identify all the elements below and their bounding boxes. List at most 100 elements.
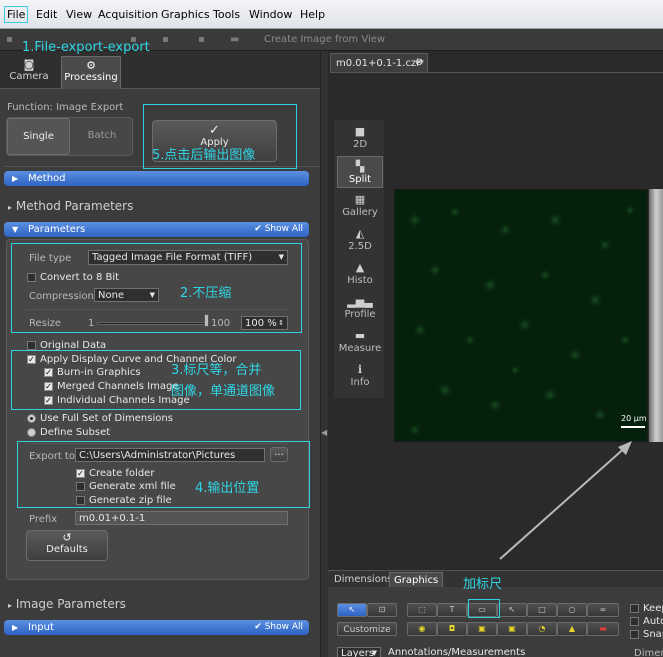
- input-bar[interactable]: ▶ Input ✔ Show All: [4, 620, 309, 635]
- marker-tool-6[interactable]: ▲: [557, 622, 587, 636]
- snap-checkbox[interactable]: [630, 630, 639, 639]
- marker-tool-2[interactable]: ◘: [437, 622, 467, 636]
- marker-tool-7[interactable]: ▬: [587, 622, 619, 636]
- curve-tool[interactable]: ∞: [587, 603, 619, 617]
- input-label: Input: [28, 622, 54, 633]
- view-measure-button[interactable]: ▬ Measure: [337, 326, 383, 358]
- browse-button[interactable]: ...: [270, 447, 288, 462]
- prefix-input[interactable]: m0.01+0.1-1: [75, 511, 288, 525]
- marker-tool-5[interactable]: ◔: [527, 622, 557, 636]
- burn-in-label: Burn-in Graphics: [57, 367, 141, 378]
- prefix-label: Prefix: [29, 514, 58, 525]
- compression-select[interactable]: None ▼: [94, 288, 159, 302]
- left-tabstrip: ◙ Camera ⚙ Processing: [0, 51, 328, 89]
- tab-camera[interactable]: ◙ Camera: [0, 56, 58, 89]
- show-all-toggle[interactable]: ✔ Show All: [254, 620, 303, 635]
- cells-pattern: [406, 204, 636, 437]
- text-tool[interactable]: T: [437, 603, 467, 617]
- roi-tool[interactable]: ⬚: [407, 603, 437, 617]
- image-parameters-title[interactable]: ▸ Image Parameters: [8, 597, 126, 611]
- stepper-icon[interactable]: ⇕: [278, 317, 284, 329]
- pan-tool[interactable]: ⊡: [367, 603, 397, 617]
- function-value: Image Export: [56, 102, 124, 113]
- original-data-checkbox[interactable]: [27, 341, 36, 350]
- burn-in-checkbox[interactable]: ✓: [44, 368, 53, 377]
- view-split-button[interactable]: ▚ Split: [337, 156, 383, 188]
- snap-label: Snap: [643, 629, 663, 640]
- merged-label: Merged Channels Image: [57, 381, 179, 392]
- resize-slider-handle[interactable]: [204, 314, 209, 327]
- view-histo-button[interactable]: ▲ Histo: [337, 258, 383, 290]
- menu-view[interactable]: View: [66, 8, 92, 21]
- file-type-select[interactable]: Tagged Image File Format (TIFF) ▼: [88, 250, 288, 265]
- marker-tool-3[interactable]: ▣: [467, 622, 497, 636]
- use-full-radio[interactable]: [27, 414, 36, 423]
- marker-tool-1[interactable]: ◉: [407, 622, 437, 636]
- parameters-bar[interactable]: ▼ Parameters ✔ Show All: [4, 222, 309, 237]
- menu-edit[interactable]: Edit: [36, 8, 57, 21]
- resize-slider[interactable]: [97, 322, 207, 325]
- menu-file[interactable]: File: [4, 6, 29, 23]
- convert-8bit-checkbox[interactable]: [27, 273, 36, 282]
- tab-camera-label: Camera: [9, 71, 49, 82]
- defaults-button[interactable]: ↺ Defaults: [26, 530, 108, 561]
- undo-icon: ↺: [62, 531, 72, 544]
- scale-icon[interactable]: ▬: [230, 34, 244, 45]
- microscopy-image[interactable]: 20 µm: [394, 189, 648, 442]
- create-image-from-view[interactable]: Create Image from View: [264, 34, 385, 45]
- view-gallery-button[interactable]: ▦ Gallery: [337, 190, 383, 222]
- display-curve-checkbox[interactable]: ✓: [27, 355, 36, 364]
- menu-graphics[interactable]: Graphics: [161, 8, 210, 21]
- histogram-icon: ▲: [355, 261, 365, 274]
- tab-dimensions[interactable]: Dimensions: [330, 572, 396, 588]
- auto-checkbox[interactable]: [630, 617, 639, 626]
- close-icon[interactable]: ⊗: [415, 57, 423, 68]
- method-parameters-title[interactable]: ▸ Method Parameters: [8, 199, 133, 213]
- keep-checkbox[interactable]: [630, 604, 639, 613]
- method-bar[interactable]: ▶ Method: [4, 171, 309, 186]
- single-button[interactable]: Single: [7, 118, 70, 155]
- menu-window[interactable]: Window: [249, 8, 292, 21]
- menu-tools[interactable]: Tools: [213, 8, 240, 21]
- layers-select[interactable]: Layers ▼: [337, 647, 381, 657]
- view-profile-button[interactable]: ▂▅▃ Profile: [337, 292, 383, 324]
- define-subset-radio[interactable]: [27, 428, 36, 437]
- show-all-toggle[interactable]: ✔ Show All: [254, 222, 303, 237]
- document-tab[interactable]: m0.01+0.1-1.czi* ⊗: [330, 53, 428, 72]
- select-tool[interactable]: ↖: [337, 603, 367, 617]
- view-25d-button[interactable]: ◭ 2.5D: [337, 224, 383, 256]
- gen-zip-checkbox[interactable]: [76, 496, 85, 505]
- arrow-tool[interactable]: ↖: [497, 603, 527, 617]
- resize-value-input[interactable]: 100 % ⇕: [241, 316, 288, 330]
- individual-checkbox[interactable]: ✓: [44, 396, 53, 405]
- customize-button[interactable]: Customize: [337, 622, 397, 636]
- save-icon[interactable]: ▪: [6, 34, 16, 45]
- triangle-right-icon: ▸: [8, 601, 13, 610]
- marker-tool-4[interactable]: ▣: [497, 622, 527, 636]
- toolbar-icon[interactable]: ▪: [198, 34, 208, 45]
- create-folder-checkbox[interactable]: ✓: [76, 469, 85, 478]
- defaults-label: Defaults: [46, 544, 88, 555]
- dimensions-label-cut: Dimen: [634, 648, 663, 657]
- pane-splitter[interactable]: [320, 51, 328, 657]
- triangle-right-icon: ▸: [8, 203, 13, 212]
- rectangle-tool[interactable]: □: [527, 603, 557, 617]
- arrow-annotation: [499, 441, 632, 560]
- use-full-label: Use Full Set of Dimensions: [40, 413, 173, 424]
- ellipse-tool[interactable]: ○: [557, 603, 587, 617]
- collapse-arrow-icon[interactable]: ◀: [321, 428, 328, 442]
- view-2d-button[interactable]: ■ 2D: [337, 122, 383, 154]
- gen-xml-checkbox[interactable]: [76, 482, 85, 491]
- menu-help[interactable]: Help: [300, 8, 325, 21]
- tab-processing[interactable]: ⚙ Processing: [61, 56, 121, 89]
- export-path-input[interactable]: C:\Users\Administrator\Pictures: [75, 448, 265, 462]
- tab-graphics[interactable]: Graphics: [389, 572, 444, 588]
- scale-bar-tool[interactable]: ▭: [467, 603, 497, 617]
- merged-checkbox[interactable]: ✓: [44, 382, 53, 391]
- toolbar-icon[interactable]: ▪: [162, 34, 172, 45]
- view-info-button[interactable]: ℹ Info: [337, 360, 383, 392]
- menu-acquisition[interactable]: Acquisition: [98, 8, 158, 21]
- scale-bar-label: 20 µm: [621, 414, 647, 423]
- second-split-view[interactable]: [649, 189, 663, 442]
- batch-button[interactable]: Batch: [72, 118, 132, 155]
